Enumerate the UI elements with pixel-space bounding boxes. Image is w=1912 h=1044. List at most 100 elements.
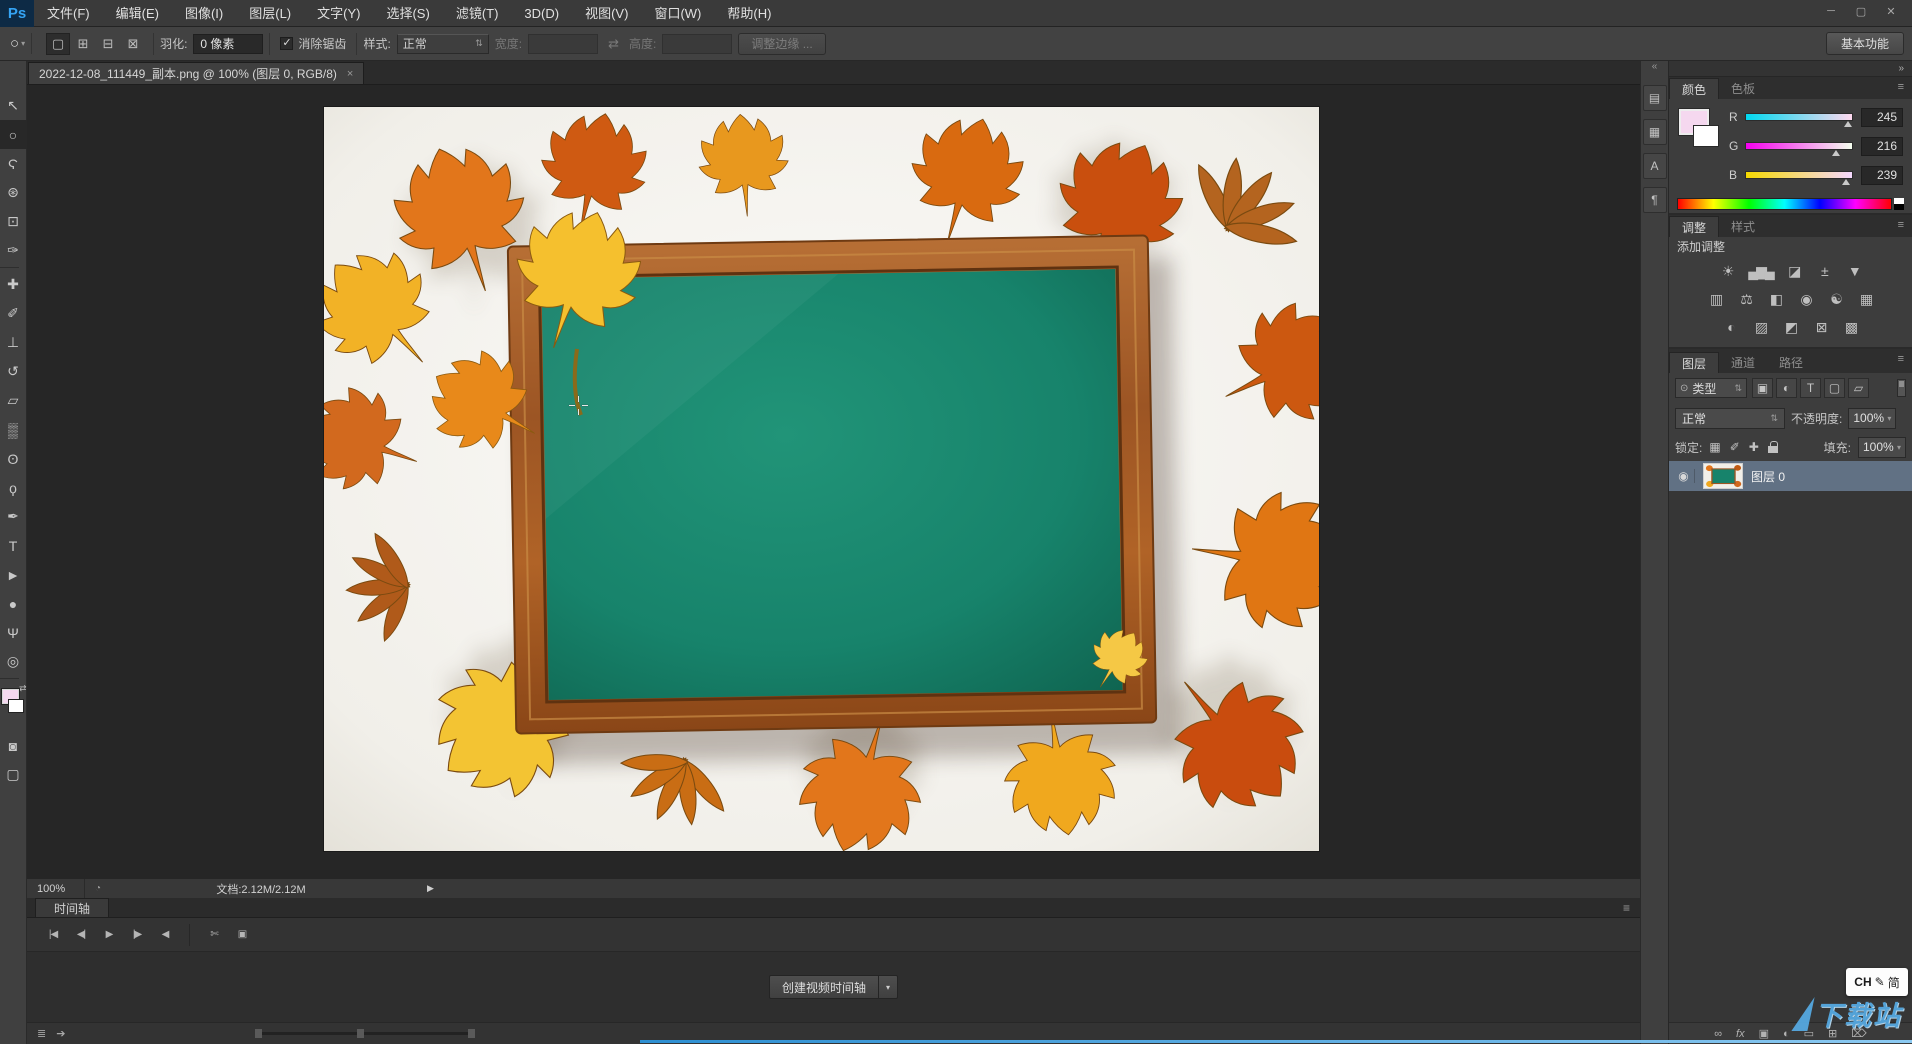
channel-value-input[interactable]: 245 [1861, 107, 1903, 127]
menu-help[interactable]: 帮助(H) [714, 6, 784, 21]
layers-list-empty[interactable] [1669, 491, 1912, 1022]
style-dropdown[interactable]: 正常 ⇅ [396, 33, 489, 54]
layer-row[interactable]: ◉ 图层 0 [1669, 461, 1912, 491]
spot-healing-brush-tool[interactable]: ✚ [0, 270, 27, 299]
lock-position-icon[interactable]: ✚ [1749, 440, 1759, 454]
background-color-swatch[interactable] [1693, 125, 1719, 147]
tool-preset-picker[interactable]: ○ ▾ [8, 33, 33, 54]
intersect-selection-mode[interactable]: ⊠ [121, 33, 145, 55]
selective-color-icon[interactable]: ▩ [1842, 319, 1860, 336]
lock-paint-icon[interactable]: ✐ [1730, 440, 1740, 454]
brightness-contrast-icon[interactable]: ☀ [1718, 263, 1736, 280]
layer-style-icon[interactable]: fx [1736, 1028, 1745, 1040]
render-video-icon[interactable]: ➔ [56, 1027, 65, 1040]
color-spectrum-ramp[interactable] [1677, 198, 1892, 210]
add-layer-mask-icon[interactable]: ▣ [1759, 1027, 1769, 1040]
channel-slider[interactable] [1745, 113, 1853, 127]
transition-button[interactable]: ▣ [230, 924, 254, 946]
timeline-zoom-slider[interactable] [255, 1028, 476, 1038]
paragraph-panel-icon[interactable]: ¶ [1642, 187, 1667, 213]
gradient-tool[interactable]: ▒ [0, 415, 27, 444]
play-button[interactable]: ▶ [97, 924, 121, 946]
adjustments-panel-menu-icon[interactable]: ≡ [1898, 219, 1904, 231]
menu-image[interactable]: 图像(I) [172, 6, 236, 21]
slider-thumb[interactable] [1841, 179, 1850, 185]
background-color-swatch[interactable] [7, 699, 24, 713]
ellipse-shape-tool[interactable]: ● [0, 589, 27, 618]
menu-type[interactable]: 文字(Y) [304, 6, 373, 21]
blur-tool[interactable]: ʘ [0, 444, 27, 473]
timeline-tab[interactable]: 时间轴 [35, 898, 110, 917]
tab-channels[interactable]: 通道 [1719, 352, 1767, 373]
invert-icon[interactable]: ◐ [1722, 319, 1740, 335]
hand-tool[interactable]: Ψ [0, 618, 27, 647]
blend-mode-dropdown[interactable]: 正常 ⇅ [1675, 407, 1785, 429]
layers-panel-menu-icon[interactable]: ≡ [1898, 353, 1904, 365]
close-button[interactable]: ✕ [1876, 0, 1906, 22]
menu-edit[interactable]: 编辑(E) [103, 6, 172, 21]
tab-adjustments[interactable]: 调整 [1669, 216, 1720, 237]
dodge-tool[interactable]: ϙ [0, 473, 27, 502]
create-timeline-dropdown[interactable]: ▾ [879, 975, 898, 999]
lock-transparency-icon[interactable]: ▦ [1709, 440, 1720, 454]
layer-thumbnail[interactable] [1703, 463, 1743, 489]
tab-color[interactable]: 颜色 [1669, 78, 1720, 99]
color-balance-icon[interactable]: ⚖ [1737, 291, 1755, 308]
filter-pixel-layers-icon[interactable]: ▣ [1752, 378, 1773, 398]
canvas-artwork[interactable] [289, 102, 1374, 868]
curves-icon[interactable]: ◪ [1785, 263, 1803, 280]
new-selection-mode[interactable]: ▢ [46, 32, 71, 55]
channel-value-input[interactable]: 216 [1861, 136, 1903, 156]
close-icon[interactable]: × [347, 68, 353, 80]
create-video-timeline-button[interactable]: 创建视频时间轴 [768, 975, 879, 999]
minimize-button[interactable]: ─ [1816, 0, 1846, 22]
add-to-selection-mode[interactable]: ⊞ [71, 33, 95, 55]
type-tool[interactable]: T [0, 531, 27, 560]
expand-dock-icon[interactable]: « [1652, 61, 1658, 77]
antialias-control[interactable]: ✓ 消除锯齿 [269, 32, 358, 55]
tab-layers[interactable]: 图层 [1669, 352, 1720, 373]
levels-icon[interactable]: ▄▆▄ [1748, 263, 1775, 280]
workspace-switcher-button[interactable]: 基本功能 [1825, 32, 1904, 55]
layer-visibility-eye-icon[interactable]: ◉ [1673, 469, 1695, 483]
menu-layer[interactable]: 图层(L) [236, 6, 304, 21]
menu-filter[interactable]: 滤镜(T) [443, 6, 512, 21]
slider-thumb[interactable] [1843, 121, 1852, 127]
channel-slider[interactable] [1745, 142, 1853, 156]
channel-slider[interactable] [1745, 171, 1853, 185]
swap-colors-icon[interactable]: ⇄ [19, 683, 27, 694]
restore-button[interactable]: ▢ [1846, 0, 1876, 22]
threshold-icon[interactable]: ◩ [1782, 319, 1800, 336]
color-panel-menu-icon[interactable]: ≡ [1898, 81, 1904, 93]
opacity-dropdown[interactable]: 100% ▾ [1848, 407, 1897, 429]
tab-paths[interactable]: 路径 [1767, 352, 1815, 373]
zoom-tool[interactable]: ◎ [0, 647, 27, 676]
lock-all-icon[interactable] [1767, 441, 1778, 453]
filter-type-layers-icon[interactable]: T [1800, 378, 1821, 398]
channel-value-input[interactable]: 239 [1861, 165, 1903, 185]
menu-view[interactable]: 视图(V) [572, 6, 641, 21]
collapse-panels-icon[interactable]: » [1669, 61, 1912, 77]
subtract-from-selection-mode[interactable]: ⊟ [96, 33, 120, 55]
canvas-area[interactable] [27, 85, 1640, 878]
gradient-map-icon[interactable]: ⊠ [1812, 319, 1830, 336]
filter-smart-objects-icon[interactable]: ▱ [1848, 378, 1869, 398]
filter-adjustment-layers-icon[interactable]: ◐ [1776, 378, 1797, 398]
history-panel-icon[interactable]: ▤ [1642, 85, 1667, 111]
crop-tool[interactable]: ⊡ [0, 207, 27, 236]
antialias-checkbox[interactable]: ✓ [280, 37, 294, 50]
menu-file[interactable]: 文件(F) [34, 6, 103, 21]
black-white-icon[interactable]: ◧ [1767, 291, 1785, 308]
tab-styles[interactable]: 样式 [1719, 216, 1767, 237]
frame-animation-toggle-icon[interactable]: ≣ [37, 1027, 46, 1040]
quick-mask-button[interactable]: ◙ [0, 731, 27, 760]
quick-selection-tool[interactable]: ⊛ [0, 178, 27, 207]
tab-swatches[interactable]: 色板 [1719, 78, 1767, 99]
exposure-icon[interactable]: ± [1815, 263, 1833, 279]
feather-input[interactable]: 0 像素 [193, 33, 264, 54]
layer-filter-toggle[interactable] [1897, 379, 1906, 397]
pen-tool[interactable]: ✒ [0, 502, 27, 531]
eyedropper-tool[interactable]: ✑ [0, 236, 27, 265]
menu-select[interactable]: 选择(S) [373, 6, 442, 21]
move-tool[interactable]: ↖ [0, 91, 27, 120]
